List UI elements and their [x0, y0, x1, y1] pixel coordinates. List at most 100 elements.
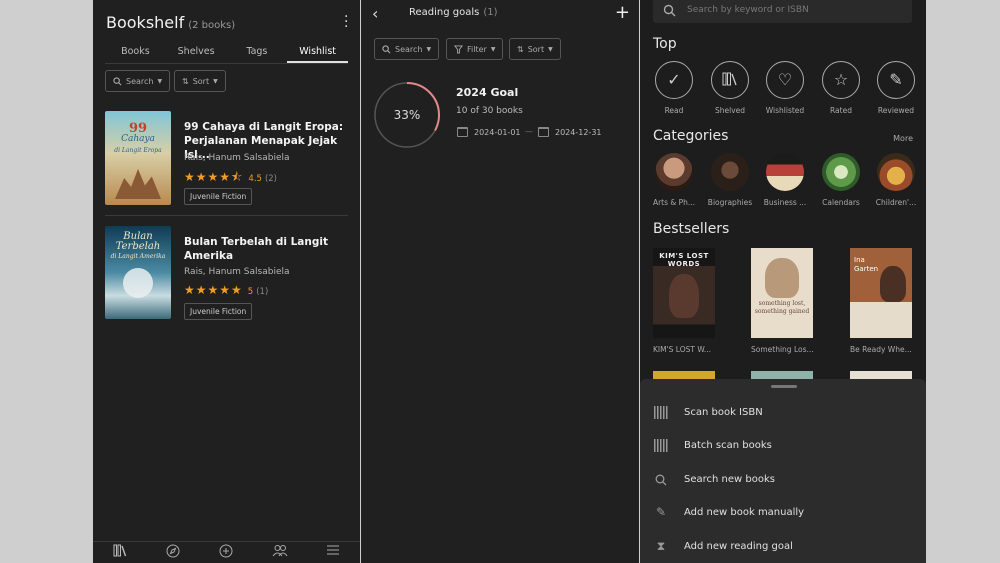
bestseller-label: KIM'S LOST W... [653, 345, 712, 354]
search-icon [382, 44, 391, 53]
calendar-icon [538, 127, 549, 137]
pencil-icon: ✎ [655, 505, 667, 519]
check-icon: ✓ [667, 70, 681, 89]
scan-isbn-button[interactable]: Scan book ISBN [640, 397, 926, 430]
filter-chip-label: Filter [467, 44, 487, 54]
search-new-books-button[interactable]: Search new books [640, 464, 926, 497]
add-book-manually-button[interactable]: ✎ Add new book manually [640, 497, 926, 530]
sort-chip-label: Sort [192, 76, 210, 86]
bookshelf-title: Bookshelf [106, 13, 185, 32]
sheet-item-label: Add new reading goal [684, 541, 793, 552]
goal-start-date: 2024-01-01 [474, 128, 521, 137]
bookshelf-tabs: Books Shelves Tags Wishlist [105, 42, 348, 64]
sheet-item-label: Add new book manually [684, 507, 805, 518]
back-arrow-icon[interactable]: ‹ [372, 4, 378, 23]
add-nav-icon[interactable] [217, 544, 235, 562]
sheet-item-label: Search new books [684, 474, 775, 485]
category-label: Children'... [875, 198, 917, 207]
chevron-down-icon: ▼ [157, 77, 163, 85]
category-biographies[interactable] [711, 153, 749, 191]
goals-count: (1) [483, 7, 498, 18]
cover-subtitle: di Langit Amerika [110, 253, 166, 260]
category-label: Business ... [763, 198, 807, 207]
section-title-bestsellers: Bestsellers [653, 221, 730, 237]
search-chip-label: Search [126, 76, 154, 86]
stars-icon: ★★★★★ [184, 283, 243, 297]
category-label: Arts & Ph... [652, 198, 696, 207]
tab-wishlist[interactable]: Wishlist [287, 42, 348, 63]
search-placeholder: Search by keyword or ISBN [687, 5, 809, 15]
tab-books[interactable]: Books [105, 42, 166, 63]
more-options-icon[interactable]: · · · [344, 10, 348, 34]
list-item[interactable]: 99 Cahaya di Langit Eropa 99 Cahaya di L… [105, 111, 348, 211]
sort-chip[interactable]: ⇅ Sort ▼ [174, 70, 226, 92]
rating-value: 5 [247, 287, 254, 297]
category-arts[interactable] [655, 153, 693, 191]
cover-title: something lost, something gained [754, 300, 810, 315]
hourglass-icon: ⧗ [656, 539, 666, 553]
search-chip[interactable]: Search ▼ [105, 70, 171, 92]
bestseller-cover[interactable]: KIM'S LOST WORDS [653, 248, 715, 338]
goal-progress-text: 10 of 30 books [456, 106, 523, 116]
category-business[interactable] [766, 153, 804, 191]
bookshelf-nav-icon[interactable] [111, 544, 129, 562]
top-rated-button[interactable]: ☆ [822, 61, 860, 99]
top-shelved-button[interactable] [711, 61, 749, 99]
add-goal-button[interactable]: + [615, 2, 630, 23]
goal-end-date: 2024-12-31 [555, 128, 602, 137]
top-label: Reviewed [877, 106, 915, 115]
tab-tags[interactable]: Tags [227, 42, 288, 63]
people-nav-icon[interactable] [271, 544, 289, 562]
calendar-icon [457, 127, 468, 137]
bestseller-label: Something Los... [751, 345, 814, 354]
goal-name[interactable]: 2024 Goal [456, 86, 518, 99]
goals-title: Reading goals [409, 7, 480, 18]
sort-icon: ⇅ [517, 44, 524, 54]
shelf-icon [722, 72, 737, 86]
batch-scan-button[interactable]: Batch scan books [640, 430, 926, 463]
top-reviewed-button[interactable]: ✎ [877, 61, 915, 99]
search-input[interactable]: Search by keyword or ISBN [653, 0, 912, 23]
bestseller-cover[interactable]: something lost, something gained [751, 248, 813, 338]
more-link[interactable]: More [893, 134, 913, 143]
chevron-down-icon: ▼ [490, 45, 496, 53]
top-wishlisted-button[interactable]: ♡ [766, 61, 804, 99]
filter-chip[interactable]: Filter ▼ [446, 38, 504, 60]
list-item[interactable]: Bulan Terbelah di Langit Amerika Bulan T… [105, 226, 348, 326]
top-read-button[interactable]: ✓ [655, 61, 693, 99]
bestseller-cover[interactable]: Ina Garten [850, 248, 912, 338]
top-label: Read [664, 106, 684, 115]
sheet-handle[interactable] [771, 385, 797, 388]
search-chip[interactable]: Search ▼ [374, 38, 440, 60]
category-label: Calendars [822, 198, 860, 207]
star-icon: ☆ [833, 70, 849, 89]
sheet-item-label: Batch scan books [684, 440, 772, 451]
reading-goals-panel: ‹ Reading goals (1) + Search ▼ Filter ▼ ⇅… [361, 0, 639, 563]
sort-chip[interactable]: ⇅ Sort ▼ [509, 38, 561, 60]
rating-count: (1) [256, 287, 269, 297]
genre-tag[interactable]: Juvenile Fiction [184, 303, 253, 320]
stars-icon: ★★★★⯪ [184, 170, 244, 184]
top-label: Wishlisted [765, 106, 805, 115]
section-title-top: Top [653, 36, 677, 52]
heart-icon: ♡ [777, 70, 793, 89]
cover-subtitle: di Langit Eropa [114, 147, 162, 154]
sort-chip-label: Sort [527, 44, 545, 54]
book-author: Rais, Hanum Salsabiela [184, 267, 290, 277]
menu-nav-icon[interactable] [324, 544, 342, 562]
top-label: Rated [830, 106, 852, 115]
genre-tag[interactable]: Juvenile Fiction [184, 188, 253, 205]
search-chip-label: Search [395, 44, 423, 54]
category-calendars[interactable] [822, 153, 860, 191]
category-children[interactable] [877, 153, 915, 191]
pencil-icon: ✎ [889, 70, 903, 89]
compass-nav-icon[interactable] [164, 544, 182, 562]
date-separator: — [525, 127, 533, 136]
rating-value: 4.5 [248, 174, 262, 184]
sheet-item-label: Scan book ISBN [684, 407, 763, 418]
add-reading-goal-button[interactable]: ⧗ Add new reading goal [640, 531, 926, 563]
bestseller-label: Be Ready Whe... [850, 345, 912, 354]
tab-shelves[interactable]: Shelves [166, 42, 227, 63]
section-title-categories: Categories [653, 128, 729, 144]
chevron-down-icon: ▼ [213, 77, 218, 85]
